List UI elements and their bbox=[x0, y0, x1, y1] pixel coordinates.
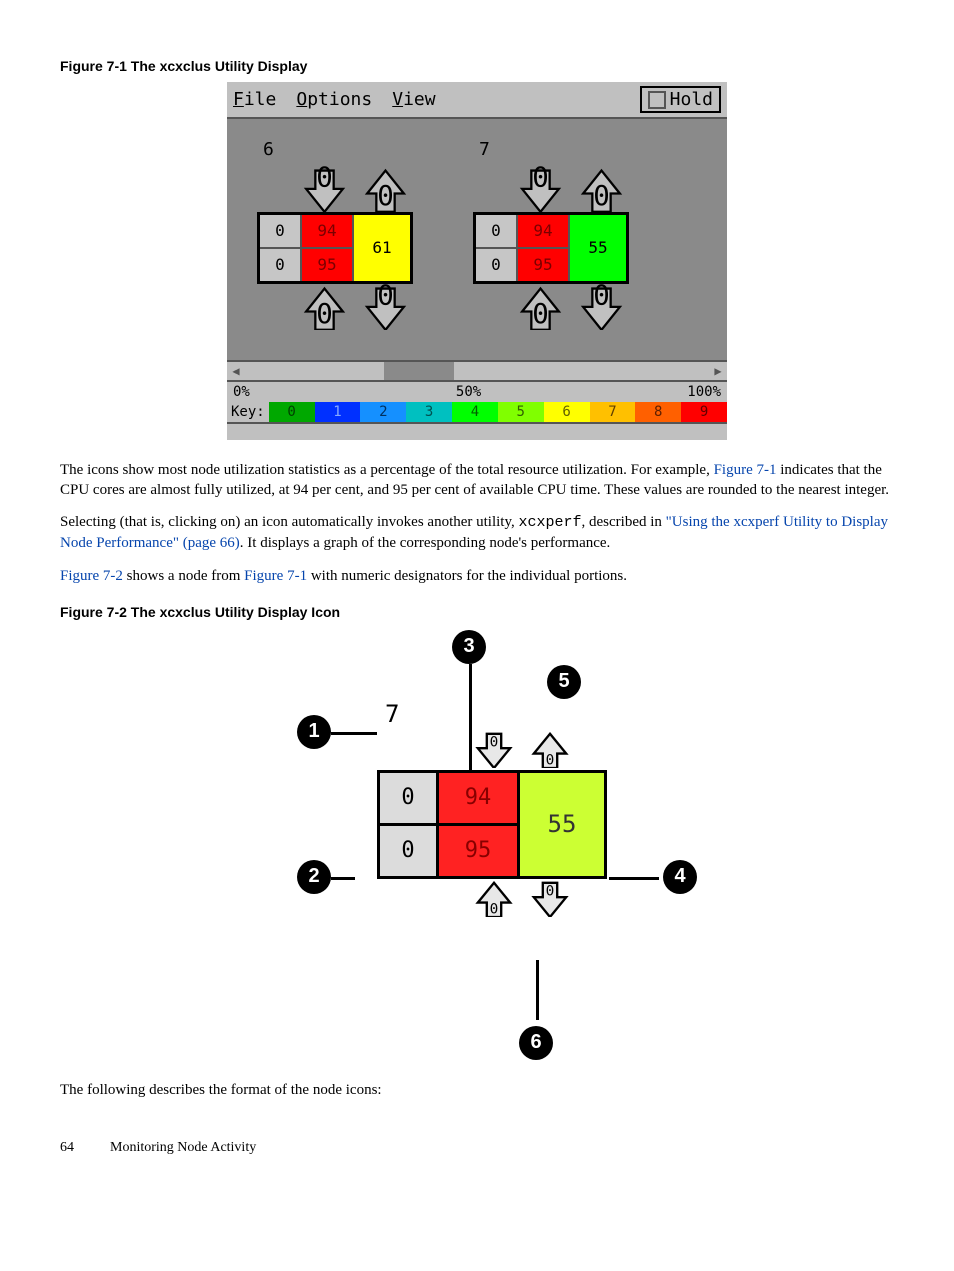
page-footer: 64 Monitoring Node Activity bbox=[60, 1140, 894, 1156]
key-row: Key: 0123456789 bbox=[227, 402, 727, 422]
node-6-mem: 61 bbox=[352, 215, 410, 281]
figure-7-1-caption: Figure 7-1 The xcxclus Utility Display bbox=[60, 58, 894, 74]
svg-text:0: 0 bbox=[316, 298, 333, 330]
key-swatch-1: 1 bbox=[315, 402, 361, 422]
leader-line bbox=[609, 877, 659, 880]
scale-mid: 50% bbox=[456, 384, 481, 400]
callout-5: 5 bbox=[547, 665, 581, 699]
figure-7-2: 1 2 3 4 5 6 7 0 0 0 0 94 bbox=[60, 630, 894, 1060]
fig2-bottom-arrows: 0 0 bbox=[437, 881, 607, 917]
svg-text:0: 0 bbox=[377, 180, 394, 212]
leader-line bbox=[331, 877, 355, 880]
svg-text:0: 0 bbox=[490, 901, 499, 917]
svg-text:0: 0 bbox=[546, 883, 555, 899]
svg-text:0: 0 bbox=[532, 298, 549, 330]
scale-min: 0% bbox=[233, 384, 250, 400]
link-figure-7-1-b[interactable]: Figure 7-1 bbox=[244, 568, 307, 584]
fig2-cpu-1: 95 bbox=[439, 823, 517, 876]
node-7-cpu-1: 95 bbox=[518, 247, 568, 281]
svg-text:0: 0 bbox=[532, 166, 549, 194]
callout-2: 2 bbox=[297, 860, 331, 894]
fig2-io-0: 0 bbox=[380, 773, 436, 823]
paragraph-3: Figure 7-2 shows a node from Figure 7-1 … bbox=[60, 566, 894, 586]
scale-row: 0% 50% 100% bbox=[227, 382, 727, 402]
scroll-thumb[interactable] bbox=[384, 362, 454, 380]
leader-line bbox=[536, 960, 539, 1020]
svg-text:0: 0 bbox=[377, 284, 394, 312]
menu-view[interactable]: View bbox=[392, 89, 435, 110]
callout-4: 4 bbox=[663, 860, 697, 894]
callout-6: 6 bbox=[519, 1026, 553, 1060]
svg-text:0: 0 bbox=[316, 166, 333, 194]
paragraph-1: The icons show most node utilization sta… bbox=[60, 460, 894, 501]
svg-text:0: 0 bbox=[593, 284, 610, 312]
node-area: 6 0 0 0 0 94 95 61 0 bbox=[227, 119, 727, 360]
scroll-right-icon[interactable]: ▶ bbox=[709, 362, 727, 380]
node-6[interactable]: 6 0 0 0 0 94 95 61 0 bbox=[257, 139, 413, 330]
key-swatch-8: 8 bbox=[635, 402, 681, 422]
paragraph-4: The following describes the format of th… bbox=[60, 1080, 894, 1100]
callout-3: 3 bbox=[452, 630, 486, 664]
scale-max: 100% bbox=[687, 384, 721, 400]
key-swatch-6: 6 bbox=[544, 402, 590, 422]
key-swatch-2: 2 bbox=[360, 402, 406, 422]
key-swatch-3: 3 bbox=[406, 402, 452, 422]
fig2-cpu-0: 94 bbox=[439, 773, 517, 823]
key-swatch-9: 9 bbox=[681, 402, 727, 422]
fig2-node: 7 0 0 0 0 94 95 55 0 0 bbox=[377, 700, 607, 917]
svg-text:0: 0 bbox=[593, 180, 610, 212]
fig2-top-arrows: 0 0 bbox=[437, 732, 607, 768]
key-swatch-0: 0 bbox=[269, 402, 315, 422]
window-bottom bbox=[227, 422, 727, 440]
key-swatch-5: 5 bbox=[498, 402, 544, 422]
link-figure-7-1[interactable]: Figure 7-1 bbox=[714, 462, 777, 478]
key-swatches: 0123456789 bbox=[269, 402, 727, 422]
key-swatch-4: 4 bbox=[452, 402, 498, 422]
svg-text:0: 0 bbox=[490, 734, 499, 750]
menu-bar: File Options View Hold bbox=[227, 82, 727, 119]
node-7-io-0: 0 bbox=[476, 215, 516, 247]
xcxclus-window: File Options View Hold 6 0 0 0 0 bbox=[227, 82, 727, 440]
hold-checkbox-icon bbox=[648, 91, 666, 109]
leader-line bbox=[331, 732, 377, 735]
node-7[interactable]: 7 0 0 0 0 94 95 55 0 bbox=[473, 139, 629, 330]
fig2-mem: 55 bbox=[517, 773, 604, 876]
figure-7-1: File Options View Hold 6 0 0 0 0 bbox=[60, 82, 894, 440]
menu-file[interactable]: File bbox=[233, 89, 276, 110]
fig2-io-1: 0 bbox=[380, 823, 436, 876]
node-6-id: 6 bbox=[263, 139, 413, 160]
node-7-body: 0 0 94 95 55 bbox=[473, 212, 629, 284]
code-xcxperf: xcxperf bbox=[519, 514, 582, 531]
svg-text:0: 0 bbox=[546, 752, 555, 768]
node-6-bottom-arrows: 0 0 bbox=[297, 284, 413, 330]
hold-button[interactable]: Hold bbox=[640, 86, 721, 113]
node-6-cpu-1: 95 bbox=[302, 247, 352, 281]
fig2-node-id: 7 bbox=[385, 700, 607, 728]
link-figure-7-2[interactable]: Figure 7-2 bbox=[60, 568, 123, 584]
node-6-io-0: 0 bbox=[260, 215, 300, 247]
node-6-io-1: 0 bbox=[260, 247, 300, 281]
key-swatch-7: 7 bbox=[590, 402, 636, 422]
scroll-left-icon[interactable]: ◀ bbox=[227, 362, 245, 380]
node-7-cpu-0: 94 bbox=[518, 215, 568, 247]
node-6-top-arrows: 0 0 bbox=[297, 166, 413, 212]
node-7-bottom-arrows: 0 0 bbox=[513, 284, 629, 330]
figure-7-2-caption: Figure 7-2 The xcxclus Utility Display I… bbox=[60, 604, 894, 620]
node-7-id: 7 bbox=[479, 139, 629, 160]
node-7-top-arrows: 0 0 bbox=[513, 166, 629, 212]
menu-options[interactable]: Options bbox=[296, 89, 372, 110]
hold-label: Hold bbox=[670, 89, 713, 110]
callout-1: 1 bbox=[297, 715, 331, 749]
page-number: 64 bbox=[60, 1140, 90, 1156]
section-title: Monitoring Node Activity bbox=[110, 1140, 256, 1156]
paragraph-2: Selecting (that is, clicking on) an icon… bbox=[60, 512, 894, 554]
key-label: Key: bbox=[227, 402, 269, 422]
node-7-mem: 55 bbox=[568, 215, 626, 281]
scroll-track[interactable] bbox=[245, 362, 709, 380]
horizontal-scrollbar[interactable]: ◀ ▶ bbox=[227, 360, 727, 382]
node-6-body: 0 0 94 95 61 bbox=[257, 212, 413, 284]
node-6-cpu-0: 94 bbox=[302, 215, 352, 247]
node-7-io-1: 0 bbox=[476, 247, 516, 281]
